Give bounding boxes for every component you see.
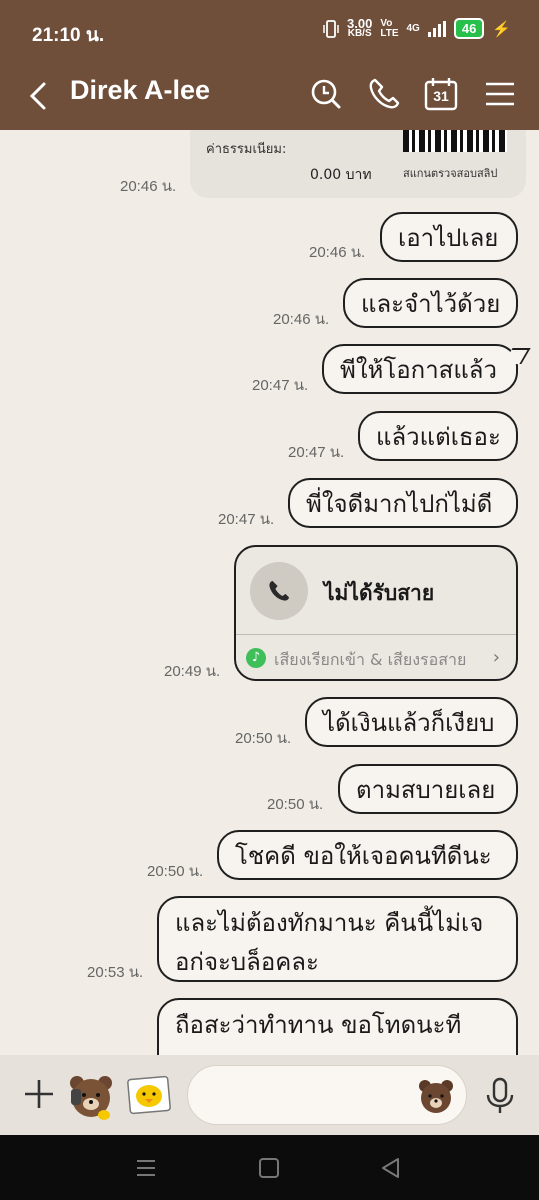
call-title: ไม่ได้รับสาย	[324, 581, 435, 605]
signal-icon	[427, 20, 446, 37]
message-bubble[interactable]: แล้วแต่เธอะ	[358, 411, 518, 461]
status-time: 21:10 น.	[32, 25, 105, 46]
phone-icon[interactable]	[366, 76, 402, 112]
missed-call-card[interactable]: ไม่ได้รับสาย ♪ เสียงเรียกเข้า & เสียงรอส…	[234, 545, 518, 681]
message-bubble[interactable]: ได้เงินแล้วก็เงียบ	[305, 697, 518, 747]
phone-icon	[269, 580, 290, 601]
call-subtitle: เสียงเรียกเข้า & เสียงรอสาย	[274, 650, 467, 669]
brown-bear-sticker-icon[interactable]	[66, 1071, 116, 1121]
vibrate-icon	[323, 19, 339, 38]
calendar-day: 31	[433, 88, 449, 104]
transfer-slip-card[interactable]: ค่าธรรมเนียม: 0.00 บาท สแกนตรวจสอบสลิป	[190, 130, 526, 198]
music-note-icon: ♪	[246, 648, 266, 668]
message-bubble[interactable]: โชคดี ขอให้เจอคนทีดีนะ	[217, 830, 518, 880]
sally-chick-sticker-icon[interactable]	[126, 1073, 172, 1119]
message-bubble[interactable]: ถือสะว่าทำทาน ขอโทดนะที	[157, 998, 518, 1055]
search-icon[interactable]	[308, 76, 344, 112]
message-time: 20:49 น.	[164, 663, 221, 680]
status-bar: 21:10 น. 3.00 KB/S Vo LTE 4G 46 ⚡	[0, 0, 539, 62]
chat-header: Direk A-lee 31	[0, 62, 539, 130]
message-time: 20:50 น.	[235, 730, 292, 747]
message-time: 20:53 น.	[87, 964, 144, 981]
volte-indicator: Vo LTE	[380, 17, 399, 39]
message-time: 20:50 น.	[147, 863, 204, 880]
message-bubble[interactable]: พีให้โอกาสแล้ว	[322, 344, 518, 394]
message-time: 20:50 น.	[267, 796, 324, 813]
message-time: 20:46 น.	[120, 178, 177, 195]
emoji-icon[interactable]	[417, 1077, 455, 1115]
input-bar	[0, 1055, 539, 1135]
recent-apps-icon[interactable]	[133, 1155, 159, 1181]
message-bubble[interactable]: และจำไว้ด้วย	[343, 278, 518, 328]
slip-verify-label: สแกนตรวจสอบสลิป	[403, 167, 498, 180]
chevron-right-icon[interactable]: ›	[493, 647, 500, 668]
back-arrow-icon[interactable]	[26, 76, 56, 116]
chat-area[interactable]: ค่าธรรมเนียม: 0.00 บาท สแกนตรวจสอบสลิป 2…	[0, 130, 539, 1055]
plus-icon[interactable]	[22, 1077, 56, 1111]
call-icon-circle	[250, 562, 308, 620]
back-nav-icon[interactable]	[378, 1155, 404, 1181]
system-nav-bar	[0, 1135, 539, 1200]
message-bubble[interactable]: พี่ใจดีมากไปก่ไม่ดี	[288, 478, 518, 528]
battery-indicator: 46	[453, 18, 485, 39]
status-icons: 3.00 KB/S Vo LTE 4G 46 ⚡	[323, 15, 511, 39]
qr-code	[403, 130, 507, 152]
chat-title: Direk A-lee	[70, 75, 211, 105]
menu-icon[interactable]	[482, 76, 518, 112]
message-bubble[interactable]: ตามสบายเลย	[338, 764, 518, 814]
message-time: 20:46 น.	[309, 244, 366, 261]
message-time: 20:47 น.	[252, 377, 309, 394]
microphone-icon[interactable]	[484, 1077, 516, 1115]
network-speed: 3.00 KB/S	[347, 15, 373, 39]
fee-value: 0.00 บาท	[310, 167, 372, 183]
message-time: 20:47 น.	[288, 444, 345, 461]
fee-label: ค่าธรรมเนียม:	[206, 142, 287, 157]
home-icon[interactable]	[256, 1155, 282, 1181]
charging-icon: ⚡	[492, 20, 511, 38]
network-type: 4G	[406, 23, 420, 34]
divider	[236, 634, 516, 635]
message-time: 20:46 น.	[273, 311, 330, 328]
message-bubble[interactable]: เอาไปเลย	[380, 212, 518, 262]
message-bubble[interactable]: และไม่ต้องทักมานะ คืนนี้ไม่เจอก่จะบล็อคล…	[157, 896, 518, 982]
message-time: 20:47 น.	[218, 511, 275, 528]
